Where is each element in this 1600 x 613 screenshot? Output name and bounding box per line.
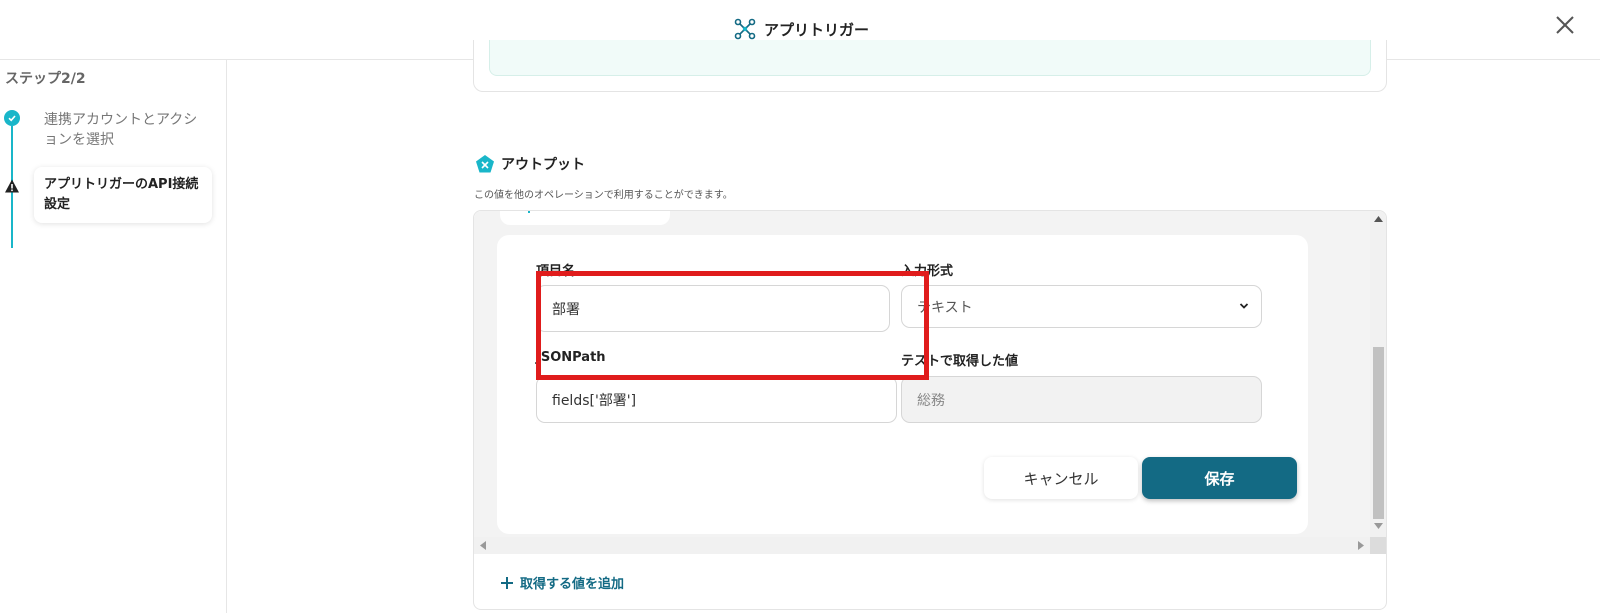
output-scroll-area[interactable]: 項目名 部署 入力形式 テキスト JSONPath fields['部署'] テ… [474,211,1370,537]
output-panel: 項目名 部署 入力形式 テキスト JSONPath fields['部署'] テ… [473,210,1387,610]
test-value-field: 総務 [901,376,1262,423]
vertical-scrollbar[interactable] [1370,211,1386,537]
scroll-up-arrow-icon[interactable] [1374,216,1383,222]
input-format-select[interactable]: テキスト [901,285,1262,328]
app-trigger-icon [734,18,756,40]
output-title: アウトプット [501,157,585,173]
scroll-down-arrow-icon[interactable] [1374,523,1383,529]
add-value-label: 取得する値を追加 [520,577,625,592]
jsonpath-label: JSONPath [536,350,606,365]
scroll-left-arrow-icon[interactable] [480,541,486,550]
test-value-label: テストで取得した値 [901,354,1019,369]
previous-section-card [473,40,1387,92]
previous-section-inner [489,40,1371,76]
jsonpath-input[interactable]: fields['部署'] [536,376,897,423]
close-icon[interactable] [1552,12,1578,38]
output-description: この値を他のオペレーションで利用することができます。 [474,190,733,201]
output-heading: アウトプット [475,154,585,174]
item-name-label: 項目名 [536,264,576,279]
warning-icon [5,179,19,193]
output-edit-form: 項目名 部署 入力形式 テキスト JSONPath fields['部署'] テ… [497,235,1308,534]
check-icon [4,110,20,126]
step-item-label: アプリトリガーのAPI接続設定 [44,177,199,212]
input-format-label: 入力形式 [901,264,954,279]
chevron-down-icon [1239,303,1249,309]
item-name-input[interactable]: 部署 [536,285,890,332]
output-pentagon-icon [476,155,494,173]
step-count: ステップ2/2 [5,71,86,87]
step-item-api-settings[interactable]: アプリトリガーのAPI接続設定 [34,167,212,223]
output-tab[interactable] [500,211,670,225]
add-value-button[interactable]: 取得する値を追加 [500,573,624,592]
vertical-scroll-thumb[interactable] [1373,347,1384,519]
save-button[interactable]: 保存 [1142,457,1297,499]
plus-icon [501,576,513,589]
page-title: アプリトリガー [764,20,870,39]
step-item-select-account[interactable]: 連携アカウントとアクションを選択 [44,110,204,150]
scroll-corner [1370,537,1386,554]
steps-sidebar: ステップ2/2 連携アカウントとアクションを選択 アプリトリガーのAPI接続設定 [0,60,227,613]
cancel-button[interactable]: キャンセル [984,457,1138,499]
input-format-value: テキスト [917,299,973,316]
scroll-right-arrow-icon[interactable] [1358,541,1364,550]
horizontal-scrollbar[interactable] [474,537,1370,554]
